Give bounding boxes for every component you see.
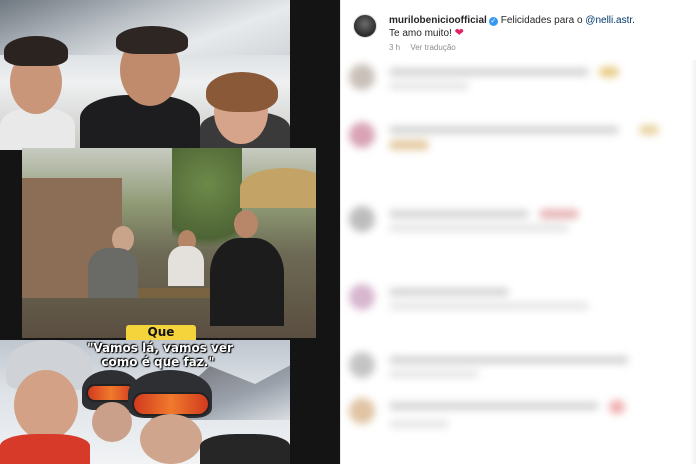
person-shirt [210,238,284,326]
avatar[interactable] [353,14,377,38]
comment-meta: 3 h Ver tradução [389,43,464,52]
blurred-comment [349,280,689,324]
ski-jacket [0,434,90,464]
comment-second-line: Te amo muito! [389,28,455,39]
heart-emoji-icon: ❤ [454,27,464,39]
blurred-text [389,288,509,296]
caption-line-1-overlay: "Vamos lá, vamos ver [87,341,233,355]
blurred-emoji [389,140,429,150]
blurred-avatar [349,398,375,424]
scroll-edge [690,60,696,464]
photo-snow-selfie [0,0,290,150]
blurred-text [389,302,589,310]
caption-line-2: como é que faz." [101,355,215,369]
blurred-text [389,210,529,218]
person-shirt [0,108,75,150]
blurred-comment [349,394,689,438]
blurred-emoji [639,125,659,135]
blurred-comment [349,348,689,392]
blurred-avatar [349,206,375,232]
blurred-meta [389,420,449,428]
username-link[interactable]: murilobenicioofficial [389,15,487,26]
person-shirt [88,248,138,298]
person-face [92,402,132,442]
blurred-text [389,126,619,134]
ski-goggles [132,392,210,416]
blurred-text [389,68,589,76]
person-face [234,210,258,238]
comment-body: murilobenicioofficial ✓ Felicidades para o… [389,14,689,40]
blurred-comment [349,202,689,246]
person-hair [4,36,68,66]
mention-link[interactable]: @nelli.astr. [585,15,635,26]
umbrella [240,168,316,208]
verified-badge-icon: ✓ [488,17,498,26]
main-comment: murilobenicioofficial ✓ Felicidades para o… [341,0,696,58]
blurred-comments [349,60,689,464]
story-collage: Que legal. "Vamos lá, vamos ver "Vamos l… [0,0,340,464]
blurred-emoji [539,209,579,219]
translate-link[interactable]: Ver tradução [410,43,455,52]
blurred-comment [349,118,689,162]
blurred-meta [389,82,469,90]
blurred-text [389,402,599,410]
person-hair [206,72,278,112]
blurred-meta [389,370,479,378]
person-shirt [168,246,204,286]
time-ago: 3 h [389,43,401,52]
ski-jacket [200,434,290,464]
blurred-avatar [349,284,375,310]
comment-text: Felicidades para o [500,15,586,26]
blurred-avatar [349,352,375,378]
blurred-avatar [349,122,375,148]
person-face [140,414,202,464]
blurred-text [389,356,629,364]
comments-panel: murilobenicioofficial ✓ Felicidades para o… [340,0,696,464]
blurred-text [389,224,569,232]
person-hair [116,26,188,54]
blurred-emoji [609,400,625,414]
screenshot-root: Que legal. "Vamos lá, vamos ver "Vamos l… [0,0,696,464]
blurred-comment [349,60,689,104]
photo-terrace-group [22,148,316,338]
blurred-emoji [599,67,619,77]
blurred-avatar [349,64,375,90]
person-face [14,370,78,440]
wooden-table [132,288,222,298]
